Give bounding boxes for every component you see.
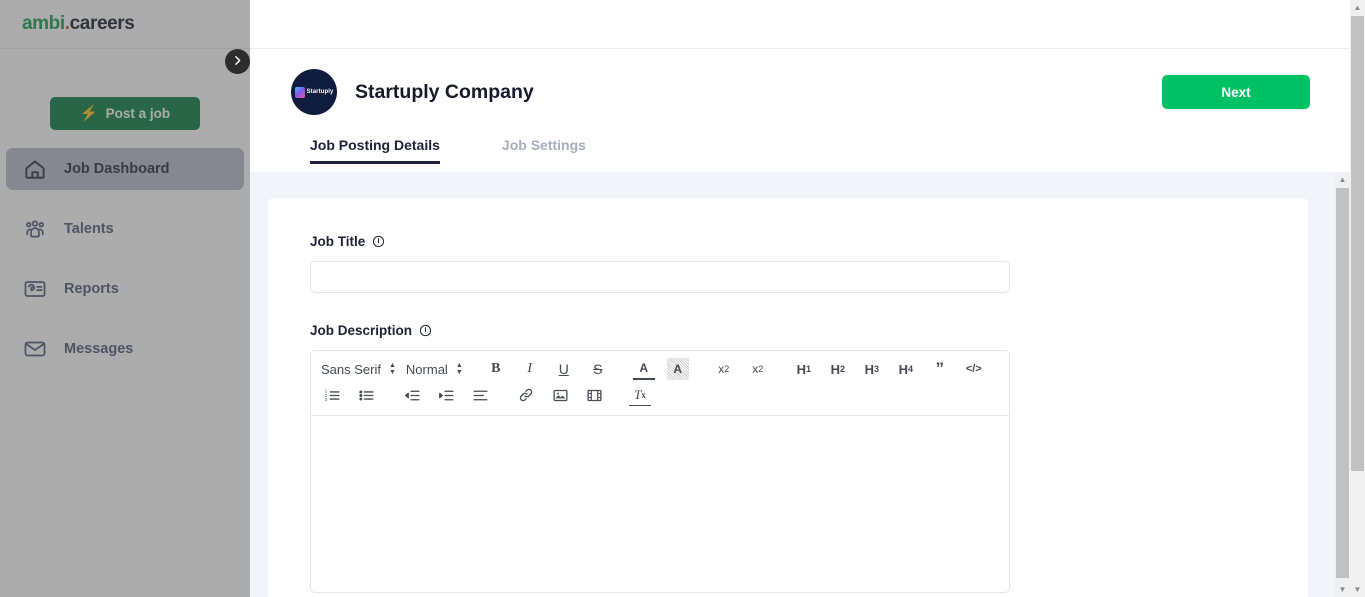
clear-format-t: T <box>634 386 642 402</box>
company-identity: Startuply Startuply Company <box>291 69 534 115</box>
blockquote-icon[interactable]: ” <box>929 358 951 380</box>
next-button[interactable]: Next <box>1162 75 1310 109</box>
editor-toolbar-row-1: Sans Serif ▲ ▼ Normal ▲ ▼ B I U S A A x … <box>321 357 999 381</box>
sidebar-item-label: Job Dashboard <box>64 161 170 177</box>
info-circle-icon[interactable] <box>372 235 385 248</box>
post-a-job-label: Post a job <box>105 106 171 121</box>
sidebar-item-label: Messages <box>64 341 134 357</box>
chevron-right-icon <box>231 54 244 70</box>
scroll-down-arrow-icon[interactable]: ▼ <box>1335 582 1350 597</box>
job-title-label: Job Title <box>310 234 366 249</box>
page-scrollbar[interactable]: ▲ ▼ <box>1350 0 1365 597</box>
job-title-input[interactable] <box>310 261 1010 293</box>
h3-number: 3 <box>873 364 879 374</box>
link-icon[interactable] <box>515 384 537 406</box>
h1-letter: H <box>796 361 806 377</box>
job-posting-form-card: Job Title Job Description Sans Serif ▲ ▼… <box>268 198 1308 597</box>
content-scroll-area: Job Title Job Description Sans Serif ▲ ▼… <box>250 172 1335 597</box>
sidebar-item-reports[interactable]: Reports <box>6 268 244 310</box>
editor-toolbar: Sans Serif ▲ ▼ Normal ▲ ▼ B I U S A A x … <box>311 351 1009 416</box>
h2-number: 2 <box>839 364 845 374</box>
people-group-icon <box>22 216 48 242</box>
h4-number: 4 <box>907 364 913 374</box>
job-description-editor-body[interactable] <box>311 416 1009 592</box>
h3-letter: H <box>864 361 874 377</box>
sidebar-item-label: Talents <box>64 221 114 237</box>
background-color-icon[interactable]: A <box>666 358 689 380</box>
superscript-icon[interactable]: x2 <box>713 358 735 380</box>
italic-icon[interactable]: I <box>519 358 541 380</box>
h2-letter: H <box>830 361 840 377</box>
top-bar <box>250 0 1350 49</box>
heading-3-icon[interactable]: H3 <box>861 358 883 380</box>
page-scroll-up-arrow-icon[interactable]: ▲ <box>1350 0 1365 15</box>
scroll-up-arrow-icon[interactable]: ▲ <box>1335 172 1350 187</box>
clear-format-x: x <box>641 389 646 400</box>
job-description-label-row: Job Description <box>310 323 1266 338</box>
brand-logo-text: ambi.careers <box>22 13 135 35</box>
bullet-list-icon[interactable] <box>355 384 377 406</box>
tab-job-posting-details[interactable]: Job Posting Details <box>310 137 440 164</box>
font-size-value: Normal <box>405 361 448 377</box>
info-circle-icon[interactable] <box>419 324 432 337</box>
startuply-logo-icon <box>294 86 305 98</box>
code-block-icon[interactable]: </> <box>963 358 985 380</box>
ordered-list-icon[interactable]: 1 2 3 <box>321 384 343 406</box>
report-card-icon <box>22 276 48 302</box>
clear-formatting-icon[interactable]: Tx <box>629 384 651 406</box>
brand-logo-ambi: ambi <box>22 13 65 34</box>
chevron-updown-icon: ▲ ▼ <box>455 362 463 376</box>
image-icon[interactable] <box>549 384 571 406</box>
app-root: ambi.careers ⚡ Post a job Job Dashboard <box>0 0 1365 597</box>
job-title-label-row: Job Title <box>310 234 1266 249</box>
heading-1-icon[interactable]: H1 <box>793 358 815 380</box>
align-left-icon[interactable] <box>469 384 491 406</box>
underline-icon[interactable]: U <box>553 358 575 380</box>
h1-number: 1 <box>805 364 811 374</box>
subscript-icon[interactable]: x2 <box>747 358 769 380</box>
chevron-updown-icon: ▲ ▼ <box>388 362 396 376</box>
envelope-icon <box>22 336 48 362</box>
page-title: Startuply Company <box>355 80 534 103</box>
sidebar-expand-toggle[interactable] <box>225 49 250 74</box>
heading-4-icon[interactable]: H4 <box>895 358 917 380</box>
editor-toolbar-row-2: 1 2 3 T x <box>321 383 999 407</box>
sidebar-nav: Job Dashboard Talents Reports Messages <box>0 148 250 388</box>
svg-text:3: 3 <box>324 397 327 402</box>
h4-letter: H <box>898 361 908 377</box>
font-size-select[interactable]: Normal ▲ ▼ <box>406 362 463 377</box>
sidebar-item-messages[interactable]: Messages <box>6 328 244 370</box>
company-avatar: Startuply <box>291 69 337 115</box>
content-scrollbar-thumb[interactable] <box>1336 188 1349 578</box>
subscript-exp: 2 <box>758 364 764 374</box>
page-scrollbar-thumb[interactable] <box>1351 16 1364 471</box>
tab-job-settings[interactable]: Job Settings <box>502 137 586 164</box>
sidebar-item-label: Reports <box>64 281 119 297</box>
brand-logo[interactable]: ambi.careers <box>0 0 250 49</box>
brand-logo-careers: careers <box>69 13 135 34</box>
page-scroll-down-arrow-icon[interactable]: ▼ <box>1350 582 1365 597</box>
avatar-label: Startuply <box>306 89 334 95</box>
sidebar: ambi.careers ⚡ Post a job Job Dashboard <box>0 0 250 597</box>
bold-icon[interactable]: B <box>485 358 507 380</box>
home-icon <box>22 156 48 182</box>
heading-2-icon[interactable]: H2 <box>827 358 849 380</box>
text-color-icon[interactable]: A <box>632 358 655 380</box>
main-content: Startuply Startuply Company Next Job Pos… <box>250 0 1350 597</box>
font-family-select[interactable]: Sans Serif ▲ ▼ <box>321 362 396 377</box>
video-icon[interactable] <box>583 384 605 406</box>
indent-icon[interactable] <box>435 384 457 406</box>
content-scrollbar[interactable]: ▲ ▼ <box>1335 172 1350 597</box>
superscript-exp: 2 <box>724 364 730 374</box>
rich-text-editor: Sans Serif ▲ ▼ Normal ▲ ▼ B I U S A A x … <box>310 350 1010 593</box>
post-a-job-button[interactable]: ⚡ Post a job <box>50 97 200 130</box>
bolt-icon: ⚡ <box>79 105 99 122</box>
company-header: Startuply Startuply Company Next <box>250 49 1350 115</box>
sidebar-item-job-dashboard[interactable]: Job Dashboard <box>6 148 244 190</box>
job-description-label: Job Description <box>310 323 413 338</box>
sidebar-item-talents[interactable]: Talents <box>6 208 244 250</box>
outdent-icon[interactable] <box>401 384 423 406</box>
font-family-value: Sans Serif <box>321 361 381 377</box>
strikethrough-icon[interactable]: S <box>587 358 609 380</box>
